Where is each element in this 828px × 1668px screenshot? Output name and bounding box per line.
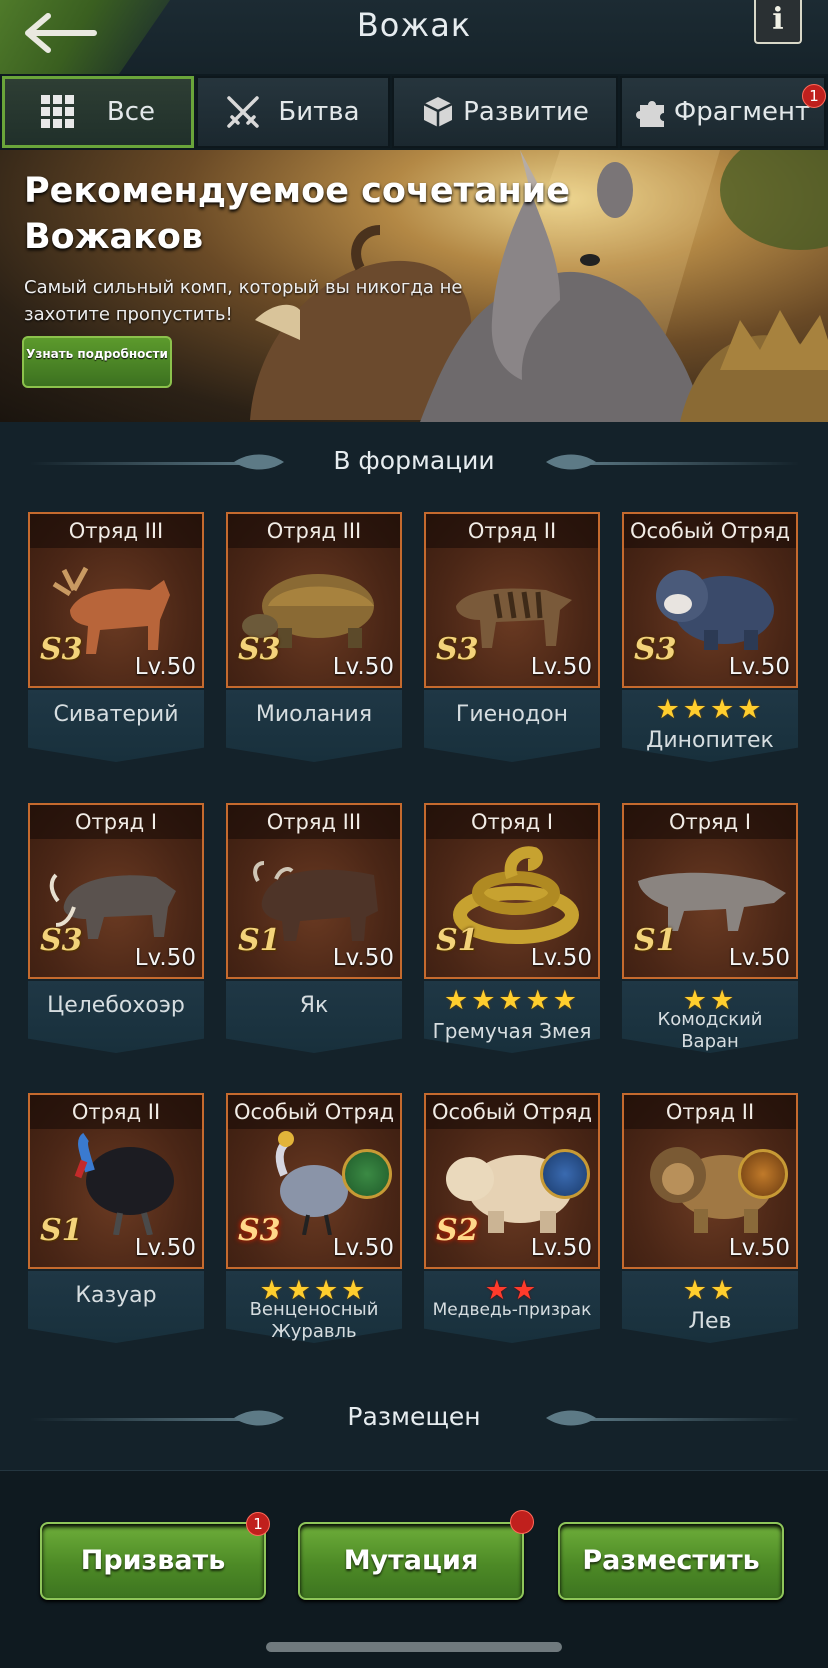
rank-badge: S3 bbox=[634, 632, 677, 667]
leader-name: Як bbox=[299, 993, 329, 1018]
recommended-banner[interactable]: Рекомендуемое сочетание Вожаков Самый си… bbox=[0, 150, 828, 422]
puzzle-icon bbox=[635, 101, 664, 127]
leader-name: Динопитек bbox=[646, 728, 774, 753]
rank-badge: S3 bbox=[40, 923, 83, 958]
card-portrait[interactable]: Особый Отряд S3 Lv.50 bbox=[622, 512, 798, 688]
leader-name: Миолания bbox=[255, 702, 373, 727]
card-portrait[interactable]: Отряд II S3 Lv.50 bbox=[424, 512, 600, 688]
level-label: Lv.50 bbox=[530, 945, 592, 971]
leader-name: Целебохоэр bbox=[47, 993, 185, 1018]
squad-label: Отряд III bbox=[228, 514, 400, 548]
page-title: Вожак bbox=[356, 6, 472, 44]
rank-badge: S3 bbox=[40, 632, 83, 667]
squad-label: Отряд II bbox=[30, 1095, 202, 1129]
level-label: Lv.50 bbox=[530, 1235, 592, 1261]
card-portrait[interactable]: Отряд II S1 Lv.50 bbox=[28, 1093, 204, 1269]
tab-fragment-label: Фрагмент bbox=[673, 97, 811, 127]
tab-battle-label: Битва bbox=[278, 97, 360, 127]
grid-icon bbox=[40, 95, 74, 128]
deploy-button[interactable]: Разместить bbox=[558, 1522, 784, 1600]
level-label: Lv.50 bbox=[134, 945, 196, 971]
level-label: Lv.50 bbox=[332, 654, 394, 680]
tab-battle[interactable]: Битва bbox=[196, 76, 390, 148]
tab-development-label: Развитие bbox=[463, 97, 589, 127]
mutation-button[interactable]: Мутация bbox=[298, 1522, 524, 1600]
leader-name: Гремучая Змея bbox=[432, 1019, 592, 1043]
leader-name: Сиватерий bbox=[53, 702, 179, 727]
level-label: Lv.50 bbox=[530, 654, 592, 680]
card-portrait[interactable]: Отряд III S3 Lv.50 bbox=[28, 512, 204, 688]
squad-label: Особый Отряд bbox=[228, 1095, 400, 1129]
tab-fragment[interactable]: Фрагмент 1 bbox=[620, 76, 826, 148]
squad-label: Особый Отряд bbox=[624, 514, 796, 548]
squad-label: Отряд II bbox=[624, 1095, 796, 1129]
rank-badge: S1 bbox=[436, 923, 479, 958]
crossed-swords-icon bbox=[227, 96, 260, 128]
rank-badge: S1 bbox=[238, 923, 281, 958]
details-button[interactable]: Узнать подробности bbox=[22, 336, 172, 388]
card-portrait[interactable]: Отряд III S3 Lv.50 bbox=[226, 512, 402, 688]
card-portrait[interactable]: Отряд III S1 Lv.50 bbox=[226, 803, 402, 979]
tab-bar: Все Битва Развитие Фрагмент 1 bbox=[0, 74, 828, 150]
tab-all[interactable]: Все bbox=[2, 76, 194, 148]
card-portrait[interactable]: Отряд II Lv.50 bbox=[622, 1093, 798, 1269]
section-title-placed: Размещен bbox=[347, 1402, 481, 1431]
notification-badge: 1 bbox=[246, 1512, 270, 1536]
rank-badge: S3 bbox=[238, 632, 281, 667]
section-title-formation: В формации bbox=[333, 446, 495, 475]
dragon-emblem-icon bbox=[738, 1149, 788, 1199]
tab-development[interactable]: Развитие bbox=[392, 76, 618, 148]
squad-label: Отряд III bbox=[30, 514, 202, 548]
star-rating: ★★★★★ bbox=[443, 985, 581, 1016]
summon-button[interactable]: Призвать bbox=[40, 1522, 266, 1600]
squad-label: Отряд I bbox=[426, 805, 598, 839]
cube-icon bbox=[423, 97, 453, 127]
home-indicator[interactable] bbox=[266, 1642, 562, 1652]
card-portrait[interactable]: Особый Отряд S2 Lv.50 bbox=[424, 1093, 600, 1269]
tab-all-label: Все bbox=[106, 97, 156, 127]
level-label: Lv.50 bbox=[134, 654, 196, 680]
rank-badge: S1 bbox=[40, 1213, 83, 1248]
squad-label: Отряд I bbox=[30, 805, 202, 839]
blue-bird-emblem-icon bbox=[540, 1149, 590, 1199]
squad-label: Особый Отряд bbox=[426, 1095, 598, 1129]
level-label: Lv.50 bbox=[728, 1235, 790, 1261]
green-leaf-emblem-icon bbox=[342, 1149, 392, 1199]
level-label: Lv.50 bbox=[332, 945, 394, 971]
card-portrait[interactable]: Отряд I S1 Lv.50 bbox=[424, 803, 600, 979]
divider-right bbox=[570, 1418, 800, 1421]
squad-label: Отряд III bbox=[228, 805, 400, 839]
rank-badge: S3 bbox=[238, 1213, 281, 1248]
card-portrait[interactable]: Особый Отряд S3 Lv.50 bbox=[226, 1093, 402, 1269]
level-label: Lv.50 bbox=[134, 1235, 196, 1261]
star-rating: ★★★★ bbox=[655, 694, 765, 725]
rank-badge: S2 bbox=[436, 1213, 479, 1248]
leader-name: Комодский Варан bbox=[657, 1009, 763, 1052]
rank-badge: S1 bbox=[634, 923, 677, 958]
squad-label: Отряд I bbox=[624, 805, 796, 839]
squad-label: Отряд II bbox=[426, 514, 598, 548]
divider-right bbox=[570, 462, 800, 465]
banner-title: Рекомендуемое сочетание Вожаков bbox=[24, 171, 571, 257]
leader-name: Гиенодон bbox=[455, 702, 569, 727]
leader-name: Венценосный Журавль bbox=[249, 1299, 379, 1342]
info-button[interactable]: i bbox=[754, 0, 802, 44]
banner-subtitle: Самый сильный комп, который вы никогда н… bbox=[24, 277, 463, 325]
leader-name: Медведь-призрак bbox=[432, 1300, 592, 1320]
leader-name: Лев bbox=[688, 1309, 732, 1334]
notification-dot bbox=[510, 1510, 534, 1534]
level-label: Lv.50 bbox=[728, 654, 790, 680]
star-rating: ★★ bbox=[682, 1275, 738, 1306]
level-label: Lv.50 bbox=[332, 1235, 394, 1261]
card-portrait[interactable]: Отряд I S3 Lv.50 bbox=[28, 803, 204, 979]
level-label: Lv.50 bbox=[728, 945, 790, 971]
rank-badge: S3 bbox=[436, 632, 479, 667]
notification-badge: 1 bbox=[802, 84, 826, 108]
header-bar: Вожак i bbox=[0, 0, 828, 74]
card-portrait[interactable]: Отряд I S1 Lv.50 bbox=[622, 803, 798, 979]
leader-name: Казуар bbox=[75, 1283, 157, 1308]
